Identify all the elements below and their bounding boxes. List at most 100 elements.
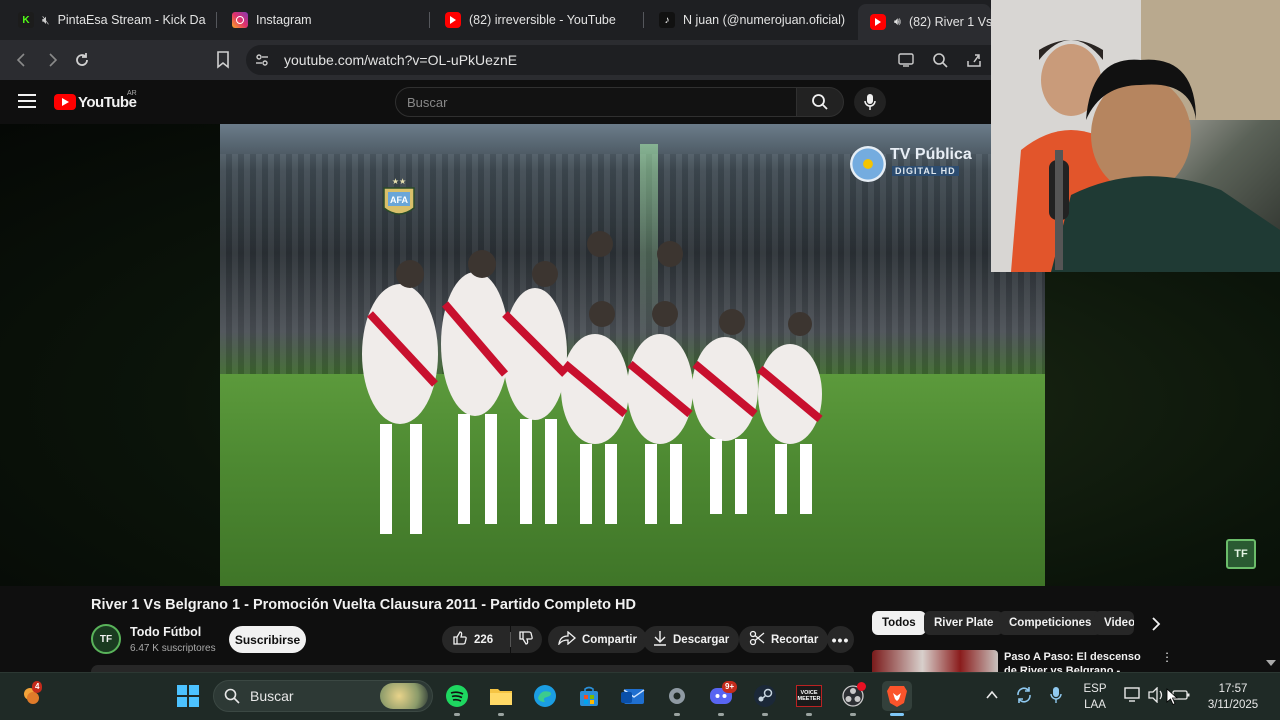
recommended-thumbnail[interactable]: [872, 650, 998, 672]
store-icon: [580, 686, 598, 706]
audio-playing-icon: 🔊︎: [894, 15, 901, 28]
download-button[interactable]: Descargar: [643, 626, 740, 653]
tab-kick[interactable]: K 🔇︎ PintaEsa Stream - Kick Dash: [6, 0, 206, 40]
windows-icon: [177, 685, 199, 707]
voicemeeter-app[interactable]: VOICE MEETER: [794, 681, 824, 711]
menu-icon[interactable]: [18, 94, 36, 113]
share-label: Compartir: [582, 633, 637, 646]
cast-icon[interactable]: [894, 48, 918, 72]
tab-tiktok[interactable]: ♪ N juan (@numerojuan.oficial): [647, 0, 847, 40]
search-input[interactable]: [395, 87, 797, 117]
tab-title: Instagram: [256, 13, 312, 27]
recording-dot-icon: [857, 682, 866, 691]
steam-app[interactable]: [750, 681, 780, 711]
chevron-up-icon[interactable]: [985, 688, 999, 707]
url-text[interactable]: youtube.com/watch?v=OL-uPkUeznE: [284, 52, 517, 68]
dislike-button[interactable]: [511, 626, 542, 653]
reload-icon[interactable]: [70, 48, 94, 72]
clock-date[interactable]: 3/11/2025: [1200, 699, 1266, 711]
running-indicator: [806, 713, 812, 716]
subscriber-count: 6.47 K suscriptores: [130, 643, 216, 654]
share-button[interactable]: Compartir: [548, 626, 647, 653]
search-placeholder: Buscar: [407, 95, 448, 110]
download-label: Descargar: [673, 633, 730, 646]
settings-app[interactable]: [662, 681, 692, 711]
channel-watermark[interactable]: TF: [1226, 539, 1256, 569]
scissors-icon: [749, 630, 765, 649]
edge-icon: [534, 685, 556, 707]
running-indicator: [850, 713, 856, 716]
outlook-app[interactable]: [618, 681, 648, 711]
share-icon[interactable]: [962, 48, 986, 72]
kick-icon: K: [18, 12, 34, 28]
discord-badge: 9+: [722, 681, 738, 693]
spotify-icon: [446, 685, 468, 707]
clip-button[interactable]: Recortar: [739, 626, 829, 653]
tab-title: PintaEsa Stream - Kick Dash: [57, 13, 206, 27]
youtube-icon: [445, 12, 461, 28]
network-icon[interactable]: [1124, 687, 1142, 708]
afa-crest-icon: AFA ★★: [380, 174, 418, 222]
running-indicator: [498, 713, 504, 716]
more-actions-button[interactable]: •••: [827, 626, 854, 653]
gear-icon: [669, 688, 685, 704]
sync-icon[interactable]: [1015, 686, 1033, 709]
site-settings-icon[interactable]: [250, 48, 274, 72]
tab-instagram[interactable]: Instagram: [220, 0, 420, 40]
chip-competiciones[interactable]: Competiciones: [999, 611, 1102, 635]
brave-app[interactable]: [882, 681, 912, 711]
input-language[interactable]: ESP: [1080, 683, 1110, 695]
video-player[interactable]: AFA ★★ TV Pública DIGITAL HD: [220, 124, 1045, 586]
more-vertical-icon[interactable]: · · ·: [1163, 646, 1171, 667]
like-button[interactable]: 226: [442, 626, 510, 653]
more-horizontal-icon: •••: [831, 631, 850, 648]
youtube-logo-icon[interactable]: [54, 94, 76, 110]
taskbar-search-icon: [224, 688, 240, 709]
clock-time[interactable]: 17:57: [1200, 683, 1266, 695]
clip-label: Recortar: [771, 633, 819, 646]
recommended-title[interactable]: Paso A Paso: El descenso de River vs Bel…: [1004, 650, 1154, 672]
folder-icon: [490, 689, 512, 705]
spotify-app[interactable]: [442, 681, 472, 711]
volume-icon[interactable]: [1148, 686, 1166, 708]
chevron-right-icon[interactable]: [1146, 614, 1166, 634]
scroll-down-arrow-icon[interactable]: [1266, 660, 1276, 666]
brave-icon: [887, 686, 907, 707]
start-button[interactable]: [173, 681, 203, 711]
tab-youtube-river[interactable]: 🔊︎ (82) River 1 Vs B: [858, 4, 991, 40]
tv-publica-logo-icon: [850, 146, 886, 182]
svg-text:AFA: AFA: [390, 195, 409, 205]
file-explorer-app[interactable]: [486, 681, 516, 711]
keyboard-layout[interactable]: LAA: [1080, 699, 1110, 711]
tab-youtube-irreversible[interactable]: (82) irreversible - YouTube: [433, 0, 633, 40]
instagram-icon: [232, 12, 248, 28]
channel-name[interactable]: Todo Fútbol: [130, 625, 201, 639]
microphone-icon: [864, 93, 876, 116]
edge-app[interactable]: [530, 681, 560, 711]
mail-icon: [621, 689, 645, 704]
chip-river-plate[interactable]: River Plate: [924, 611, 1004, 635]
back-icon[interactable]: [10, 48, 34, 72]
tab-title: (82) River 1 Vs B: [908, 15, 991, 29]
svg-text:★★: ★★: [392, 177, 406, 186]
tray-microphone-icon[interactable]: [1050, 686, 1062, 709]
region-code: AR: [127, 90, 137, 97]
zoom-icon[interactable]: [928, 48, 952, 72]
broadcaster-watermark: TV Pública: [890, 146, 972, 163]
channel-avatar[interactable]: TF: [91, 624, 121, 654]
subscribe-button[interactable]: Suscribirse: [229, 626, 306, 653]
video-title: River 1 Vs Belgrano 1 - Promoción Vuelta…: [91, 597, 636, 613]
forward-icon[interactable]: [40, 48, 64, 72]
description-box[interactable]: [91, 665, 854, 672]
search-icon: [811, 93, 829, 116]
chip-videos[interactable]: Videos: [1094, 611, 1134, 635]
bookmark-icon[interactable]: [211, 48, 235, 72]
tab-title: (82) irreversible - YouTube: [469, 13, 616, 27]
broadcaster-sub: DIGITAL HD: [892, 166, 959, 176]
download-icon: [653, 630, 667, 649]
tab-title: N juan (@numerojuan.oficial): [683, 13, 846, 27]
chip-todos[interactable]: Todos: [872, 611, 926, 635]
store-app[interactable]: [574, 681, 604, 711]
voicemeeter-icon: VOICE MEETER: [796, 685, 822, 707]
running-indicator: [762, 713, 768, 716]
